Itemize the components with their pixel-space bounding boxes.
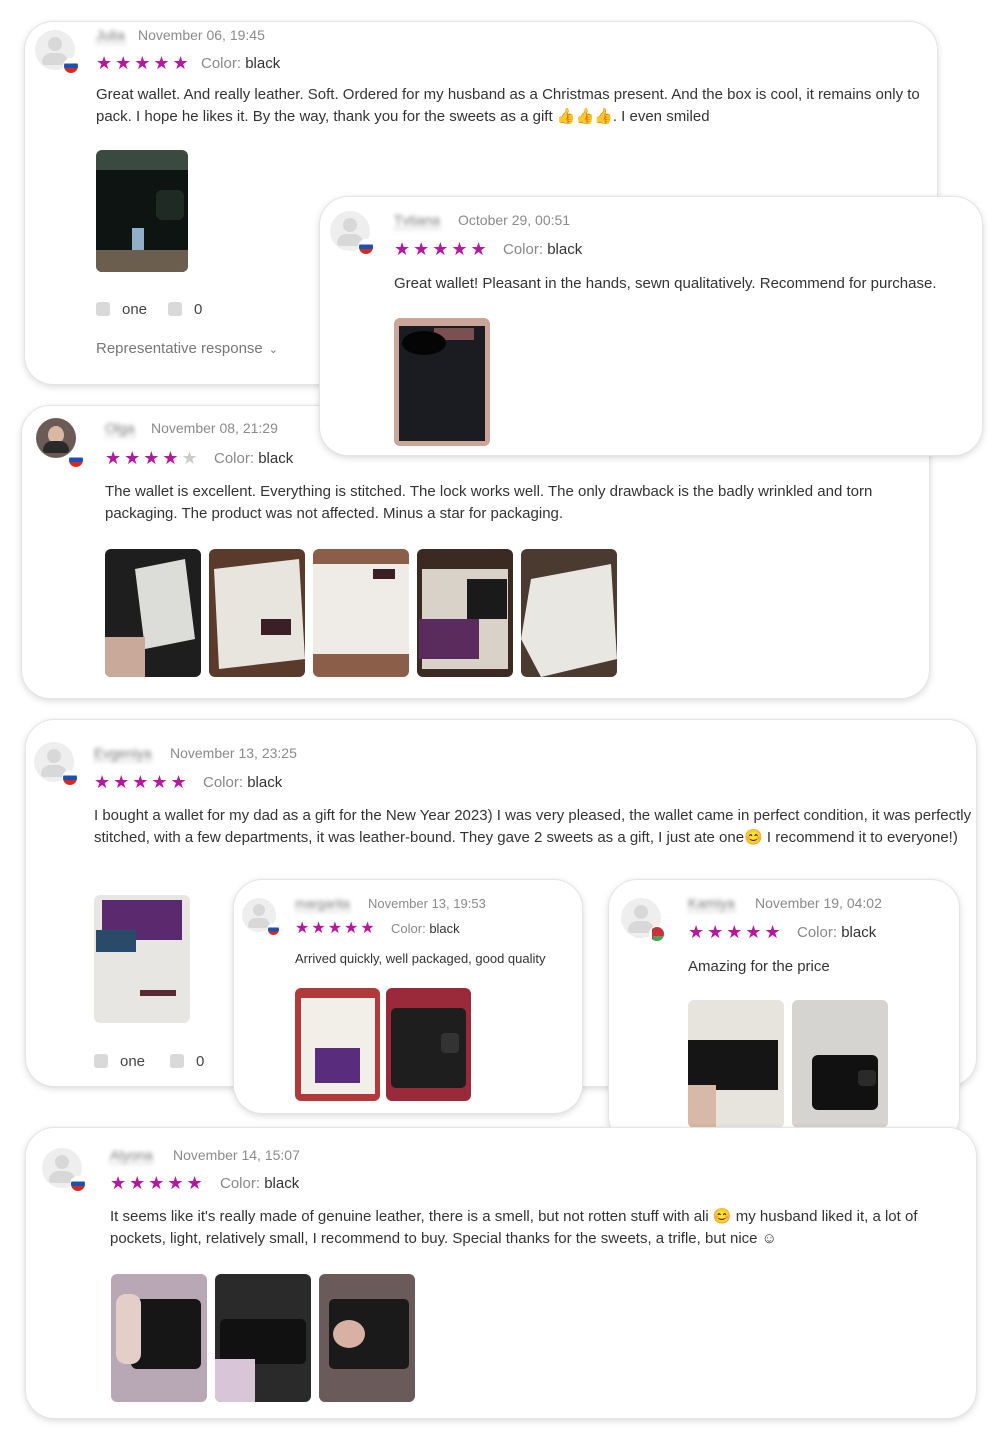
russia-flag-icon [63,58,79,74]
reviewer-name[interactable]: margarita [295,896,350,912]
review-date: November 06, 19:45 [138,27,265,43]
color-variant: Color: black [220,1175,300,1192]
review-photo[interactable] [521,549,617,677]
russia-flag-icon [68,452,84,468]
rating-stars: ★★★★★ [96,53,192,73]
review-text: Great wallet. And really leather. Soft. … [96,86,920,125]
review-photo[interactable] [94,895,190,1023]
color-variant: Color: black [391,921,460,936]
rating-stars: ★★★★★ [94,772,190,792]
user-avatar [42,1148,86,1192]
reviewer-name[interactable]: Olga [105,420,135,437]
reviewer-name[interactable]: Julia [96,27,125,44]
review-card-alyona: Alyona November 14, 15:07 ★★★★★ Color: b… [26,1128,976,1418]
review-photo[interactable] [295,988,380,1101]
like-button[interactable]: one [94,1053,145,1070]
review-date: November 13, 23:25 [170,745,297,761]
thumbs-down-icon [170,1054,184,1068]
review-photo[interactable] [313,549,409,677]
rating-stars: ★★★★★ [688,922,784,942]
color-variant: Color: black [203,774,283,791]
review-photo[interactable] [319,1274,415,1402]
review-photo[interactable] [792,1000,888,1128]
color-variant: Color: black [201,55,281,72]
review-photo[interactable] [417,549,513,677]
review-date: October 29, 00:51 [458,212,571,228]
review-photo[interactable] [96,150,188,272]
rating-stars: ★★★★★ [110,1173,206,1193]
review-photo[interactable] [386,988,471,1101]
like-button[interactable]: one [96,301,147,318]
review-text: Great wallet! Pleasant in the hands, sew… [394,275,937,292]
dislike-button[interactable]: 0 [168,301,202,318]
dislike-button[interactable]: 0 [170,1053,204,1070]
review-photo[interactable] [394,318,490,446]
belarus-flag-icon [649,926,665,942]
rating-stars: ★★★★★ [105,448,201,468]
color-variant: Color: black [503,241,583,258]
review-card-kamiya: Kamiya November 19, 04:02 ★★★★★ Color: b… [609,880,959,1144]
review-text: I bought a wallet for my dad as a gift f… [94,807,972,846]
review-text: It seems like it's really made of genuin… [110,1208,918,1247]
russia-flag-icon [267,923,280,936]
reviewer-name[interactable]: Alyona [110,1147,153,1164]
representative-response-toggle[interactable]: Representative response ⌄ [96,340,278,357]
review-photo[interactable] [105,549,201,677]
reviewer-name[interactable]: Tvtiana [394,212,440,229]
user-avatar [34,742,78,786]
review-card-margarita: margarita November 13, 19:53 ★★★★★ Color… [234,880,582,1113]
reviewer-name[interactable]: Evgeniya [94,745,152,762]
russia-flag-icon [70,1176,86,1192]
color-variant: Color: black [214,450,294,467]
chevron-down-icon: ⌄ [268,344,278,356]
review-date: November 19, 04:02 [755,895,882,911]
russia-flag-icon [62,770,78,786]
reviewer-name[interactable]: Kamiya [688,895,735,912]
review-text: Amazing for the price [688,958,830,975]
empty-star-icon: ★ [181,448,201,468]
rating-stars: ★★★★★ [394,239,490,259]
review-photo[interactable] [688,1000,784,1128]
review-text: Arrived quickly, well packaged, good qua… [295,951,546,966]
review-date: November 13, 19:53 [368,896,486,911]
user-avatar [36,418,76,458]
review-photo[interactable] [111,1274,207,1402]
color-variant: Color: black [797,924,877,941]
user-avatar [621,898,665,942]
user-avatar [35,30,79,74]
review-photo[interactable] [215,1274,311,1402]
thumbs-up-icon [94,1054,108,1068]
russia-flag-icon [358,239,374,255]
thumbs-down-icon [168,302,182,316]
thumbs-up-icon [96,302,110,316]
review-text: The wallet is excellent. Everything is s… [105,483,873,522]
rating-stars: ★★★★★ [295,920,377,937]
user-avatar [330,211,374,255]
review-date: November 08, 21:29 [151,420,278,436]
review-date: November 14, 15:07 [173,1147,300,1163]
review-card-tvtiana: Tvtiana October 29, 00:51 ★★★★★ Color: b… [320,197,982,455]
review-photo[interactable] [209,549,305,677]
user-avatar [242,898,280,936]
